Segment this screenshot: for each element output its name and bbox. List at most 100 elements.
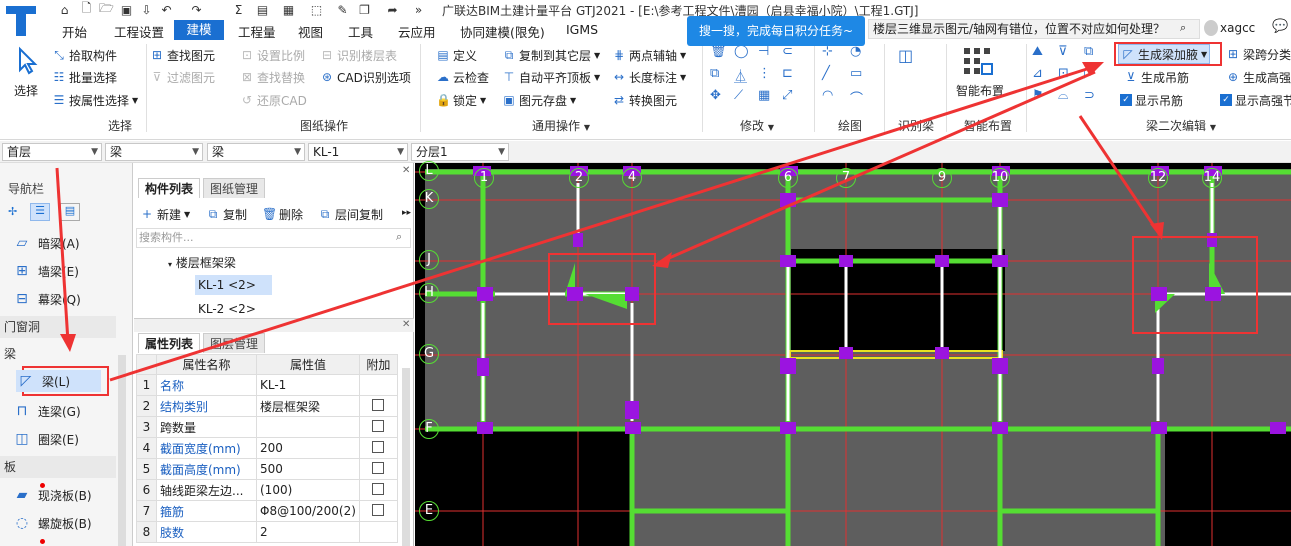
select-by-property-button[interactable]: ☰ 按属性选择 ▼ (52, 91, 139, 109)
generate-high-strength-button[interactable]: ⊕生成高强节点 (1226, 68, 1291, 86)
undo-icon[interactable]: ↶ (158, 1, 175, 18)
component-item-kl2[interactable]: KL-2 <2> (198, 302, 256, 316)
nav-section-door-window[interactable]: 门窗洞 (0, 316, 116, 338)
component-search-input[interactable]: 搜索构件... (136, 228, 411, 248)
more-icon[interactable]: » (410, 1, 427, 18)
table-row[interactable]: 8 肢数 2 (136, 521, 398, 543)
offset-icon[interactable]: ⊂ (782, 44, 806, 66)
arc-icon[interactable]: ◠ (822, 88, 850, 110)
copy-to-floor-button[interactable]: ⧉ 复制到其它层 ▼ (502, 46, 600, 64)
table-row[interactable]: 6 轴线距梁左边... (100) (136, 479, 398, 501)
define-button[interactable]: ▤ 定义 (436, 46, 477, 64)
tab-cloud[interactable]: 云应用 (398, 22, 436, 41)
show-high-strength-checkbox[interactable]: ✓显示高强节点 (1220, 91, 1291, 109)
cloud-check-button[interactable]: ☁ 云检查 (436, 68, 489, 86)
pen-icon[interactable]: ✎ (334, 1, 351, 18)
pick-component-button[interactable]: ⤡ 拾取构件 (52, 46, 117, 64)
batch-select-button[interactable]: ☷ 批量选择 (52, 68, 117, 86)
checkbox[interactable] (372, 461, 385, 474)
tab-modeling[interactable]: 建模 (174, 20, 224, 40)
sum-icon[interactable]: Σ (230, 1, 247, 18)
attach-cell[interactable] (358, 458, 398, 480)
beam-edit-icon[interactable]: ⊡ (1058, 66, 1084, 88)
tab-property-list[interactable]: 属性列表 (138, 333, 201, 353)
property-value[interactable]: Φ8@100/200(2) (256, 500, 360, 522)
find-element-button[interactable]: ⊞ 查找图元 (150, 46, 215, 64)
pin-icon[interactable]: ✢ (8, 205, 17, 218)
search-icon[interactable]: ⌕ (396, 230, 402, 244)
detail-view-icon[interactable]: ▤ (60, 203, 80, 221)
auto-align-top-button[interactable]: ⊤ 自动平齐顶板 ▼ (502, 68, 600, 86)
tab-project-settings[interactable]: 工程设置 (114, 22, 164, 41)
filter-element-button[interactable]: ⊽ 过滤图元 (150, 68, 215, 86)
property-value[interactable]: (100) (256, 479, 360, 501)
attach-cell[interactable] (358, 374, 398, 396)
avatar[interactable] (1204, 20, 1218, 36)
nav-item-wall-beam[interactable]: ⊞ 墙梁(E) (12, 260, 79, 282)
stretch-icon[interactable]: ⤢ (782, 88, 806, 110)
arrow-icon[interactable]: ➦ (384, 1, 401, 18)
import-icon[interactable]: ⇩ (138, 1, 155, 18)
property-value[interactable]: KL-1 (256, 374, 360, 396)
attach-cell[interactable] (358, 521, 398, 543)
tab-layer-manage[interactable]: 图层管理 (203, 333, 266, 353)
delete-button[interactable]: 🗑 删除 (262, 205, 303, 223)
nav-item-hidden-beam[interactable]: ▱ 暗梁(A) (12, 232, 80, 254)
break-icon[interactable]: ⋮ (758, 66, 782, 88)
checkbox[interactable] (372, 503, 385, 516)
extend-icon[interactable]: ⊣ (758, 44, 782, 66)
new-file-icon[interactable]: 🗋 (78, 1, 95, 18)
copy-between-floors-button[interactable]: ⧉ 层间复制 (318, 205, 383, 223)
attach-cell[interactable] (358, 500, 398, 522)
attach-cell[interactable] (358, 416, 398, 438)
span-classify-button[interactable]: ⊞ 梁跨分类 (1226, 45, 1291, 63)
set-scale-button[interactable]: ⊡ 设置比例 (240, 46, 305, 64)
beam-span-icon[interactable]: ⛰ (1032, 44, 1058, 66)
list-view-icon[interactable]: ☰ (30, 203, 50, 221)
tab-quantity[interactable]: 工程量 (238, 22, 276, 41)
tab-drawing-manage[interactable]: 图纸管理 (203, 178, 266, 198)
component-item-kl1[interactable]: KL-1 <2> (195, 275, 272, 295)
component-select[interactable]: KL-1 ▼ (308, 143, 408, 161)
point-icon[interactable]: ⊹ (822, 44, 850, 66)
close-icon[interactable]: ✕ (402, 319, 410, 330)
panel-splitter[interactable] (134, 318, 414, 332)
circle-icon[interactable]: ◔ (850, 44, 878, 66)
lock-button[interactable]: 🔒 锁定 ▼ (436, 91, 486, 109)
checkbox[interactable] (372, 482, 385, 495)
report-icon[interactable]: ▤ (254, 1, 271, 18)
nav-item-link-beam[interactable]: ⊓ 连梁(G) (12, 400, 81, 422)
find-replace-button[interactable]: ⊠ 查找替换 (240, 68, 305, 86)
identify-beam-icon[interactable]: ◫ (898, 46, 913, 65)
move-icon[interactable]: ✥ (710, 88, 734, 110)
align-modify-icon[interactable]: ⊏ (782, 66, 806, 88)
two-point-axis-button[interactable]: ⋕ 两点辅轴 ▼ (612, 46, 686, 64)
array-icon[interactable]: ▦ (758, 88, 782, 110)
generate-haunch-button[interactable]: ◸ 生成梁加腋 ▼ (1118, 44, 1211, 64)
identify-floor-table-button[interactable]: ⊟ 识别楼层表 (320, 46, 397, 64)
generate-hanger-button[interactable]: ⊻ 生成吊筋 (1124, 68, 1189, 86)
length-dimension-button[interactable]: ↔ 长度标注 ▼ (612, 68, 686, 86)
tab-tools[interactable]: 工具 (348, 22, 373, 41)
property-scrollbar[interactable] (402, 368, 410, 546)
property-value[interactable]: 楼层框架梁 (256, 395, 360, 417)
checkbox[interactable] (372, 419, 385, 432)
polyline-icon[interactable]: ⌒ (850, 88, 878, 110)
table-row[interactable]: 3 跨数量 (136, 416, 398, 438)
table-row[interactable]: 7 箍筋 Φ8@100/200(2) (136, 500, 398, 522)
cad-options-button[interactable]: ⊛ CAD识别选项 (320, 68, 411, 86)
beam-copy-icon[interactable]: ⧉ (1084, 44, 1110, 66)
home-icon[interactable]: ⌂ (56, 1, 73, 18)
show-hanger-checkbox[interactable]: ✓ 显示吊筋 (1120, 91, 1183, 109)
convert-element-button[interactable]: ⇄ 转换图元 (612, 91, 677, 109)
property-value[interactable]: 200 (256, 437, 360, 459)
tab-collab[interactable]: 协同建模(限免) (460, 22, 545, 41)
nav-scrollbar[interactable] (118, 355, 126, 546)
type-select[interactable]: 梁 ▼ (207, 143, 305, 161)
select-button[interactable]: 选择 (14, 82, 38, 99)
tab-start[interactable]: 开始 (62, 22, 87, 41)
table-row[interactable]: 2 结构类别 楼层框架梁 (136, 395, 398, 417)
cad-canvas[interactable] (415, 163, 1291, 546)
new-button[interactable]: + 新建 ▼ (140, 205, 190, 223)
select-arrow-icon[interactable] (12, 46, 42, 76)
